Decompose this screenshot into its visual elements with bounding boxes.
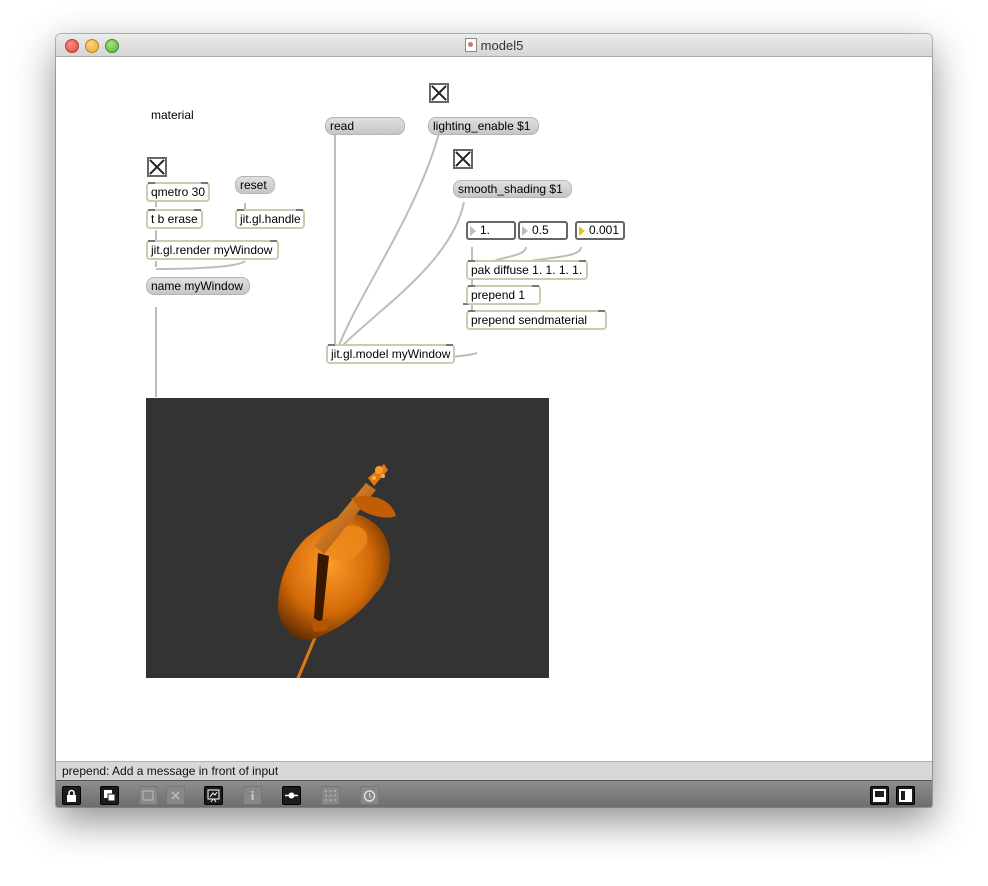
- inspector-icon[interactable]: [243, 786, 262, 805]
- lighting-enable-message[interactable]: lighting_enable $1: [428, 117, 540, 135]
- patcher-canvas[interactable]: material read lighting_enable $1 smooth_…: [56, 57, 932, 761]
- lock-icon[interactable]: [62, 786, 81, 805]
- float-number-box-1[interactable]: 1.: [466, 221, 516, 240]
- status-bar: prepend: Add a message in front of input: [56, 761, 932, 780]
- trigger-object[interactable]: t b erase: [146, 209, 203, 229]
- presentation-icon[interactable]: [100, 786, 119, 805]
- cello-model-render: [277, 464, 396, 678]
- window-title-text: model5: [480, 38, 524, 53]
- patcher-toolbar: [56, 780, 932, 807]
- render-toggle[interactable]: [147, 157, 167, 177]
- float-number-box-3[interactable]: 0.001: [575, 221, 625, 240]
- jit-gl-model-object[interactable]: jit.gl.model myWindow: [326, 344, 455, 364]
- prepend-1-object[interactable]: prepend 1: [466, 285, 541, 305]
- smooth-shading-toggle[interactable]: [453, 149, 473, 169]
- reset-message[interactable]: reset: [235, 176, 275, 194]
- document-icon: [464, 38, 477, 52]
- debug-icon[interactable]: [204, 786, 223, 805]
- clue-icon[interactable]: [360, 786, 379, 805]
- float-number-box-2[interactable]: 0.5: [518, 221, 568, 240]
- delete-icon[interactable]: [166, 786, 185, 805]
- lighting-toggle[interactable]: [429, 83, 449, 103]
- jit-gl-handle-object[interactable]: jit.gl.handle: [235, 209, 305, 229]
- grid-icon[interactable]: [321, 786, 340, 805]
- qmetro-object[interactable]: qmetro 30: [146, 182, 210, 202]
- prepend-sendmaterial-object[interactable]: prepend sendmaterial: [466, 310, 607, 330]
- jit-gl-render-window[interactable]: [146, 398, 549, 678]
- jit-gl-render-object[interactable]: jit.gl.render myWindow: [146, 240, 279, 260]
- title-bar[interactable]: model5: [56, 34, 932, 57]
- comment-material: material: [151, 108, 194, 122]
- new-object-icon[interactable]: [139, 786, 158, 805]
- split-horizontal-icon[interactable]: [870, 786, 889, 805]
- name-window-message[interactable]: name myWindow: [146, 277, 250, 295]
- patcher-window: model5 material read lighting_enable $1 …: [56, 34, 932, 807]
- pak-diffuse-object[interactable]: pak diffuse 1. 1. 1. 1.: [466, 260, 588, 280]
- connection-icon[interactable]: [282, 786, 301, 805]
- split-vertical-icon[interactable]: [896, 786, 915, 805]
- window-title: model5: [56, 38, 932, 53]
- smooth-shading-message[interactable]: smooth_shading $1: [453, 180, 572, 198]
- read-message[interactable]: read: [325, 117, 405, 135]
